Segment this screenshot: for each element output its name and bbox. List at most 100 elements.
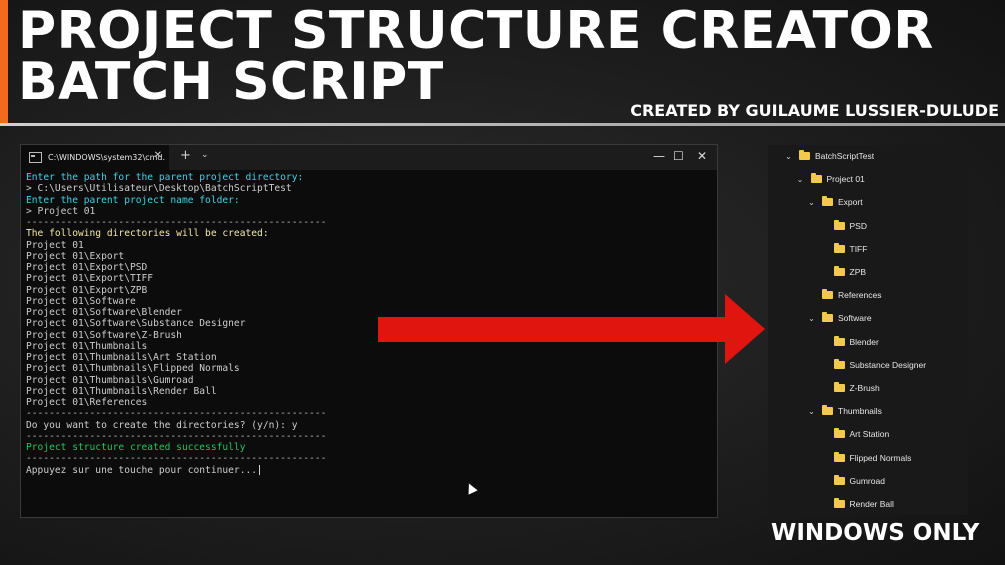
arrow-head-icon <box>725 294 765 364</box>
folder-icon <box>833 358 845 369</box>
terminal-tab[interactable]: C:\WINDOWS\system32\cmd. ✕ <box>21 145 169 170</box>
terminal-line-text: Project 01\Export <box>26 250 125 262</box>
terminal-line-text: Appuyez sur une touche pour continuer... <box>26 464 258 476</box>
tree-item[interactable]: ⌄Render Ball <box>819 498 894 510</box>
tree-item[interactable]: ⌄Art Station <box>819 428 890 440</box>
tree-item-label: BatchScriptTest <box>815 151 875 161</box>
header-divider <box>0 123 1005 126</box>
chevron-down-icon[interactable]: ⌄ <box>807 314 816 323</box>
folder-icon <box>833 219 845 230</box>
terminal-line: Project 01\Thumbnails\Gumroad <box>26 375 712 386</box>
terminal-line: Project 01\Export\TIFF <box>26 273 712 284</box>
title-line-1: PROJECT STRUCTURE CREATOR <box>18 1 934 61</box>
terminal-line-text: Enter the parent project name folder: <box>26 194 240 206</box>
tree-item-label: TIFF <box>849 243 868 254</box>
tree-item[interactable]: ⌄ Thumbnails <box>807 405 882 417</box>
folder-icon <box>833 474 845 485</box>
terminal-line: Project 01\Thumbnails\Flipped Normals <box>26 363 712 374</box>
folder-icon <box>822 405 833 416</box>
chevron-down-icon[interactable]: ⌄ <box>807 198 816 207</box>
chevron-down-icon[interactable]: ⌄ <box>807 407 816 416</box>
terminal-line-text: ----------------------------------------… <box>26 408 327 420</box>
chevron-down-icon[interactable]: ⌄ <box>796 175 805 184</box>
tab-close-icon[interactable]: ✕ <box>154 150 162 161</box>
tree-item-label: Art Station <box>849 429 890 440</box>
terminal-line: ----------------------------------------… <box>26 217 712 228</box>
terminal-line-text: Project 01\Export\TIFF <box>26 273 154 285</box>
terminal-line: The following directories will be create… <box>26 228 712 239</box>
terminal-line-text: The following directories will be create… <box>26 228 269 240</box>
tree-item[interactable]: ⌄Gumroad <box>819 474 885 487</box>
folder-tree-panel: ⌄BatchScriptTest⌄Project 01⌄Export⌄PSD⌄T… <box>768 145 968 515</box>
arrow-shaft <box>378 317 728 342</box>
page-title: PROJECT STRUCTURE CREATOR BATCH SCRIPT <box>18 1 934 108</box>
terminal-line-text: Project 01\Thumbnails\Art Station <box>26 352 217 363</box>
terminal-line-text: Project 01\Export\PSD <box>26 262 148 273</box>
terminal-line: > C:\Users\Utilisateur\Desktop\BatchScri… <box>26 183 712 194</box>
tree-item[interactable]: ⌄ Project 01 <box>796 173 865 185</box>
terminal-line-text: Project 01 <box>26 239 84 251</box>
terminal-line-text: Project 01\Thumbnails <box>26 340 148 352</box>
close-window-button[interactable]: ✕ <box>697 149 707 163</box>
terminal-line: Project 01\Export\PSD <box>26 262 712 273</box>
terminal-line: ----------------------------------------… <box>26 453 712 464</box>
terminal-line: > Project 01 <box>26 206 712 217</box>
terminal-line: Enter the path for the parent project di… <box>26 172 712 183</box>
folder-icon <box>833 382 845 392</box>
tree-item[interactable]: ⌄TIFF <box>819 242 868 255</box>
terminal-line: Enter the parent project name folder: <box>26 195 712 206</box>
terminal-line-text: Enter the path for the parent project di… <box>26 172 304 183</box>
tree-item-label: Z-Brush <box>849 383 880 393</box>
folder-icon <box>822 289 833 300</box>
folder-icon <box>833 266 845 276</box>
terminal-line-text: Do you want to create the directories? (… <box>26 419 298 431</box>
tree-item-label: Substance Designer <box>849 359 927 370</box>
terminal-line-text: > Project 01 <box>26 205 96 217</box>
terminal-line-text: Project 01\Export\ZPB <box>26 284 148 296</box>
terminal-tab-title: C:\WINDOWS\system32\cmd. <box>48 153 165 162</box>
mouse-cursor-icon <box>464 481 478 495</box>
terminal-line: Project 01\Thumbnails <box>26 341 712 352</box>
terminal-line-text: Project 01\Software\Substance Designer <box>26 318 246 330</box>
tree-item[interactable]: ⌄Substance Designer <box>819 358 927 371</box>
maximize-button[interactable]: ☐ <box>673 149 684 163</box>
terminal-line-text: ----------------------------------------… <box>26 453 327 465</box>
terminal-line: ----------------------------------------… <box>26 408 712 419</box>
folder-icon <box>833 428 845 439</box>
tree-item[interactable]: ⌄References <box>807 289 881 301</box>
terminal-line: Project 01\Software <box>26 296 712 307</box>
terminal-line-text: > C:\Users\Utilisateur\Desktop\BatchScri… <box>26 183 292 195</box>
tree-item[interactable]: ⌄Blender <box>819 335 879 348</box>
tree-item[interactable]: ⌄ BatchScriptTest <box>784 150 874 162</box>
terminal-line: Project 01\Export\ZPB <box>26 285 712 296</box>
tree-item-label: ZPB <box>849 267 867 277</box>
terminal-line-text: Project 01\Software\Blender <box>26 307 182 318</box>
terminal-line-text: Project 01\Thumbnails\Gumroad <box>26 374 194 386</box>
accent-bar <box>0 0 8 123</box>
tree-item[interactable]: ⌄Z-Brush <box>819 382 880 394</box>
new-tab-button[interactable]: + <box>180 148 191 163</box>
chevron-down-icon[interactable]: ⌄ <box>784 152 793 161</box>
tree-item-label: Gumroad <box>849 475 885 486</box>
tree-item-label: Blender <box>849 336 879 347</box>
tree-item[interactable]: ⌄Flipped Normals <box>819 451 911 464</box>
terminal-line: Appuyez sur une touche pour continuer... <box>26 464 712 476</box>
terminal-line-text: ----------------------------------------… <box>26 217 327 228</box>
folder-icon <box>822 196 833 207</box>
tree-item-label: Software <box>838 313 872 324</box>
author-credit: CREATED BY GUILAUME LUSSIER-DULUDE <box>630 101 999 120</box>
tree-item[interactable]: ⌄ Export <box>807 196 863 208</box>
tree-item[interactable]: ⌄ZPB <box>819 266 867 278</box>
terminal-line-text: Project 01\Thumbnails\Flipped Normals <box>26 363 240 375</box>
terminal-line: ----------------------------------------… <box>26 431 712 442</box>
terminal-icon <box>29 152 42 163</box>
tree-item[interactable]: ⌄ Software <box>807 312 872 324</box>
minimize-button[interactable]: — <box>653 149 665 163</box>
folder-icon <box>833 335 845 346</box>
tree-item[interactable]: ⌄PSD <box>819 219 867 232</box>
terminal-line: Project 01\Export <box>26 251 712 262</box>
text-cursor-icon <box>259 464 261 475</box>
tab-dropdown-icon[interactable]: ⌄ <box>201 150 209 160</box>
terminal-line: Project 01\Thumbnails\Art Station <box>26 352 712 363</box>
folder-icon <box>833 242 845 253</box>
